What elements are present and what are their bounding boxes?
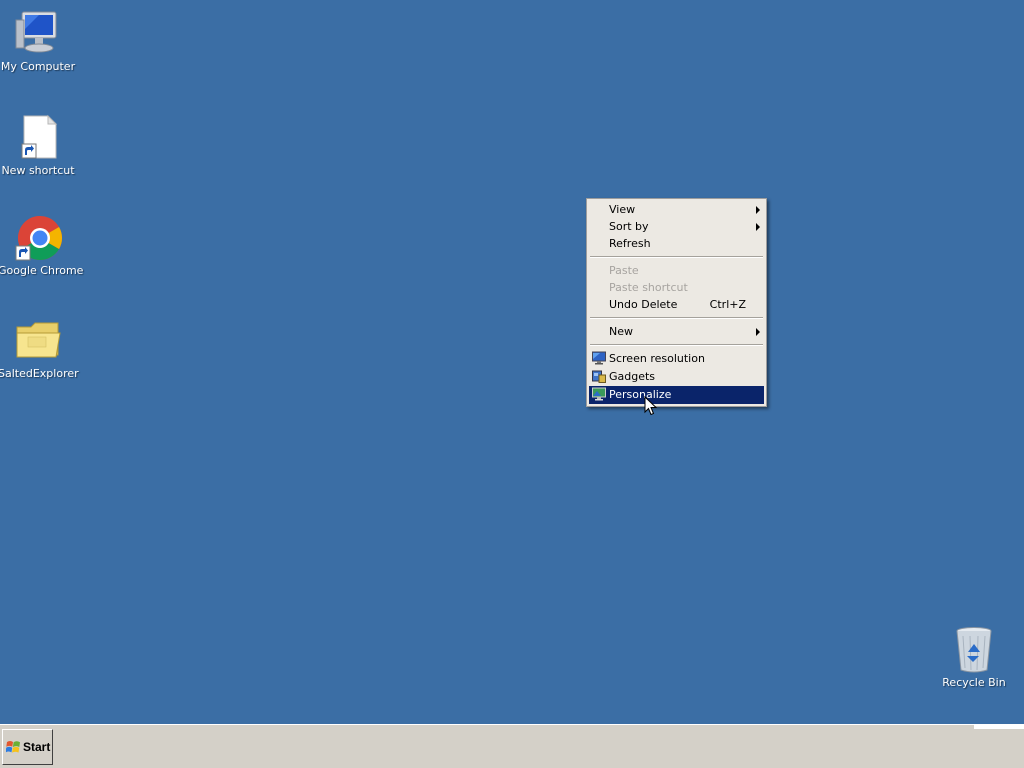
desktop-icon-new-shortcut[interactable]: New shortcut	[0, 114, 78, 177]
gadgets-icon	[592, 369, 606, 383]
menu-item-personalize[interactable]: Personalize	[589, 386, 764, 404]
menu-separator	[590, 317, 763, 319]
menu-item-gadgets[interactable]: Gadgets	[589, 368, 764, 386]
menu-item-undo-delete[interactable]: Undo Delete Ctrl+Z	[589, 296, 764, 313]
mouse-cursor-icon	[644, 395, 658, 416]
personalize-icon	[592, 387, 606, 401]
desktop-icon-label: New shortcut	[1, 164, 75, 177]
menu-item-sort-by[interactable]: Sort by	[589, 218, 764, 235]
menu-item-refresh[interactable]: Refresh	[589, 235, 764, 252]
desktop-icon-saltedexplorer[interactable]: SaltedExplorer	[0, 317, 79, 380]
submenu-arrow-icon	[756, 328, 760, 336]
menu-item-label: Screen resolution	[609, 352, 705, 365]
menu-item-new[interactable]: New	[589, 323, 764, 340]
desktop-icon-google-chrome[interactable]: Google Chrome	[0, 214, 84, 277]
chrome-icon	[14, 214, 62, 262]
menu-item-label: Sort by	[609, 220, 649, 233]
folder-icon	[14, 317, 62, 365]
menu-item-screen-resolution[interactable]: Screen resolution	[589, 350, 764, 368]
taskbar: Start	[0, 724, 1024, 768]
menu-item-label: Undo Delete	[609, 298, 678, 311]
windows-logo-icon	[5, 740, 21, 755]
start-button[interactable]: Start	[2, 729, 53, 765]
desktop-icon-label: SaltedExplorer	[0, 367, 79, 380]
menu-item-shortcut: Ctrl+Z	[709, 298, 746, 311]
menu-item-label: Personalize	[609, 388, 672, 401]
menu-item-label: Gadgets	[609, 370, 656, 383]
menu-item-label: Refresh	[609, 237, 651, 250]
start-button-label: Start	[23, 740, 51, 754]
menu-item-label: Paste	[609, 264, 639, 277]
desktop-context-menu: View Sort by Refresh Paste Paste shortcu…	[586, 198, 767, 407]
desktop-icon-label: Recycle Bin	[942, 676, 1006, 689]
menu-item-label: View	[609, 203, 636, 216]
computer-icon	[14, 10, 62, 58]
desktop-icon-label: My Computer	[0, 60, 76, 73]
desktop-icon-my-computer[interactable]: My Computer	[0, 10, 78, 73]
menu-item-view[interactable]: View	[589, 201, 764, 218]
menu-separator	[590, 256, 763, 258]
desktop-icon-label: Google Chrome	[0, 264, 84, 277]
menu-item-paste: Paste	[589, 262, 764, 279]
desktop-icon-recycle-bin[interactable]: Recycle Bin	[934, 626, 1014, 689]
desktop[interactable]: My Computer New shortcut Google Chrome S…	[0, 0, 1024, 724]
tray-edge	[974, 725, 1024, 729]
menu-item-label: Paste shortcut	[609, 281, 688, 294]
recycle-bin-icon	[950, 626, 998, 674]
file-shortcut-icon	[14, 114, 62, 162]
display-icon	[592, 351, 606, 365]
menu-separator	[590, 344, 763, 346]
submenu-arrow-icon	[756, 223, 760, 231]
menu-item-label: New	[609, 325, 633, 338]
submenu-arrow-icon	[756, 206, 760, 214]
menu-item-paste-shortcut: Paste shortcut	[589, 279, 764, 296]
